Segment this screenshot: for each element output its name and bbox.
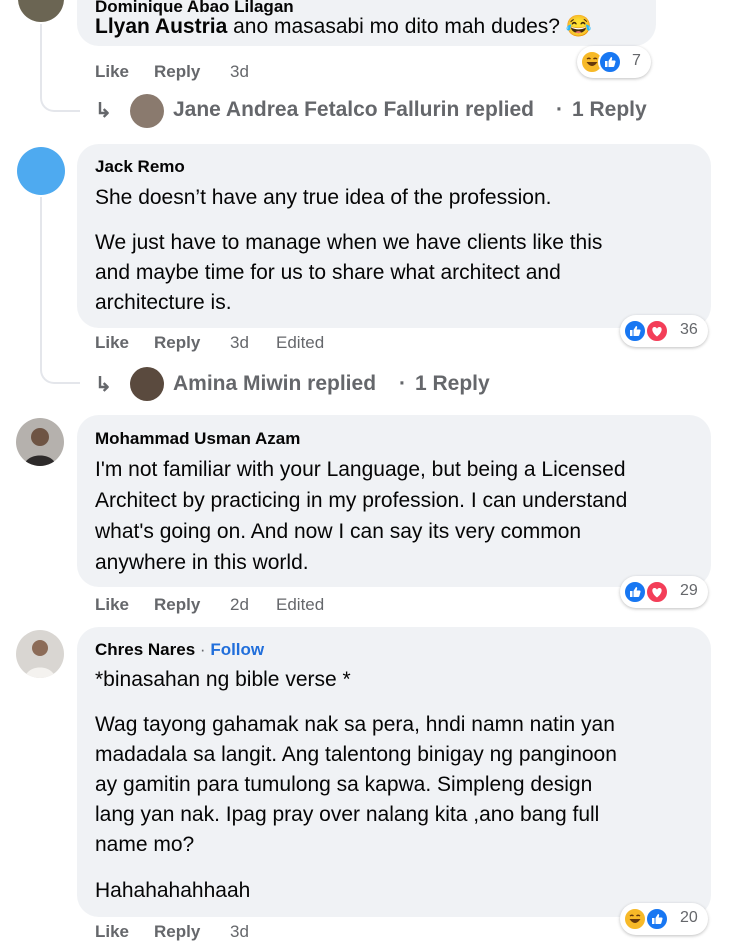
comment-text-line: Architect by practicing in my profession…	[95, 489, 628, 512]
edited-label[interactable]: Edited	[276, 333, 324, 353]
comment-text-line: *binasahan ng bible verse *	[95, 668, 351, 691]
thread-line	[40, 197, 42, 357]
reply-arrow-icon: ↳	[95, 100, 112, 122]
comment-text-line: Hahahahahhaah	[95, 879, 251, 902]
comment-text-line: Wag tayong gahamak nak sa pera, hndi nam…	[95, 713, 615, 736]
thread-elbow	[40, 350, 80, 384]
like-button[interactable]: Like	[95, 922, 129, 942]
person-icon	[25, 640, 55, 678]
avatar[interactable]	[16, 630, 64, 678]
comment-author-row: Chres Nares · Follow	[95, 640, 264, 660]
thread-elbow	[40, 80, 80, 112]
reply-button[interactable]: Reply	[154, 922, 200, 942]
love-icon	[645, 580, 669, 604]
reaction-summary[interactable]: 20	[620, 903, 708, 935]
like-icon-glyph	[630, 587, 641, 597]
comment-text-line: I'm not familiar with your Language, but…	[95, 458, 626, 481]
comment-text: Llyan Austria ano masasabi mo dito mah d…	[95, 11, 592, 42]
haha-icon	[623, 907, 647, 931]
timestamp[interactable]: 3d	[230, 333, 249, 353]
comment-author[interactable]: Jack Remo	[95, 157, 185, 177]
reaction-summary[interactable]: 36	[620, 315, 708, 347]
like-icon-glyph	[630, 326, 641, 336]
reply-arrow-icon: ↳	[95, 374, 112, 396]
follow-separator: ·	[199, 640, 206, 659]
avatar[interactable]	[18, 0, 64, 22]
comment-author[interactable]: Mohammad Usman Azam	[95, 429, 300, 449]
person-icon	[24, 428, 56, 466]
edited-label[interactable]: Edited	[276, 595, 324, 615]
comment-text-line: anywhere in this world.	[95, 551, 309, 574]
comment-bubble: Dominique Abao Lilagan Llyan Austria ano…	[77, 0, 656, 46]
replier-name: Jane Andrea Fetalco Fallurin replied	[173, 98, 534, 121]
comment-text-line: She doesn’t have any true idea of the pr…	[95, 186, 552, 209]
comment-bubble: Chres Nares · Follow *binasahan ng bible…	[77, 627, 711, 917]
avatar	[130, 94, 164, 128]
reply-count: 1 Reply	[572, 98, 647, 121]
comment-text-line: name mo?	[95, 833, 195, 856]
comment-text-line: We just have to manage when we have clie…	[95, 231, 603, 254]
like-icon	[623, 580, 647, 604]
reply-button[interactable]: Reply	[154, 62, 200, 82]
timestamp[interactable]: 3d	[230, 922, 249, 942]
comment-bubble: Mohammad Usman Azam I'm not familiar wit…	[77, 415, 711, 587]
reply-separator: ·	[399, 372, 406, 395]
like-button[interactable]: Like	[95, 333, 129, 353]
follow-link[interactable]: Follow	[210, 640, 264, 659]
reply-separator: ·	[556, 98, 563, 121]
love-icon-glyph	[652, 588, 662, 598]
avatar[interactable]	[16, 418, 64, 466]
comment-text-line: madadala sa langit. Ang talentong biniga…	[95, 743, 617, 766]
comment-text-rest: ano masasabi mo dito mah dudes? 😂	[227, 15, 592, 38]
comment-text-line: and maybe time for us to share what arch…	[95, 261, 561, 284]
reaction-count: 36	[680, 321, 698, 338]
love-icon	[645, 319, 669, 343]
reply-button[interactable]: Reply	[154, 333, 200, 353]
reaction-count: 29	[680, 582, 698, 599]
reaction-summary[interactable]: 7	[577, 46, 651, 78]
reaction-count: 20	[680, 909, 698, 926]
reply-button[interactable]: Reply	[154, 595, 200, 615]
comment-author[interactable]: Chres Nares	[95, 640, 195, 659]
love-icon-glyph	[652, 327, 662, 337]
like-icon-glyph	[652, 914, 663, 924]
like-button[interactable]: Like	[95, 595, 129, 615]
reaction-count: 7	[632, 52, 641, 69]
comment-text-line: architecture is.	[95, 291, 232, 314]
mention-link[interactable]: Llyan Austria	[95, 15, 227, 38]
like-icon	[645, 907, 669, 931]
comment-text-line: ay gamitin para tumulong sa kapwa. Simpl…	[95, 773, 593, 796]
like-button[interactable]: Like	[95, 62, 129, 82]
timestamp[interactable]: 2d	[230, 595, 249, 615]
comment-text-line: what's going on. And now I can say its v…	[95, 520, 582, 543]
reaction-summary[interactable]: 29	[620, 576, 708, 608]
comment-bubble: Jack Remo She doesn’t have any true idea…	[77, 144, 711, 328]
like-icon	[598, 50, 622, 74]
comment-text-line: lang yan nak. Ipag pray over nalang kita…	[95, 803, 600, 826]
avatar	[130, 367, 164, 401]
like-icon	[623, 319, 647, 343]
replier-name: Amina Miwin replied	[173, 372, 377, 395]
avatar[interactable]	[17, 147, 65, 195]
like-icon-glyph	[605, 57, 616, 67]
reply-count: 1 Reply	[415, 372, 490, 395]
haha-icon-glyph	[629, 914, 641, 923]
timestamp[interactable]: 3d	[230, 62, 249, 82]
